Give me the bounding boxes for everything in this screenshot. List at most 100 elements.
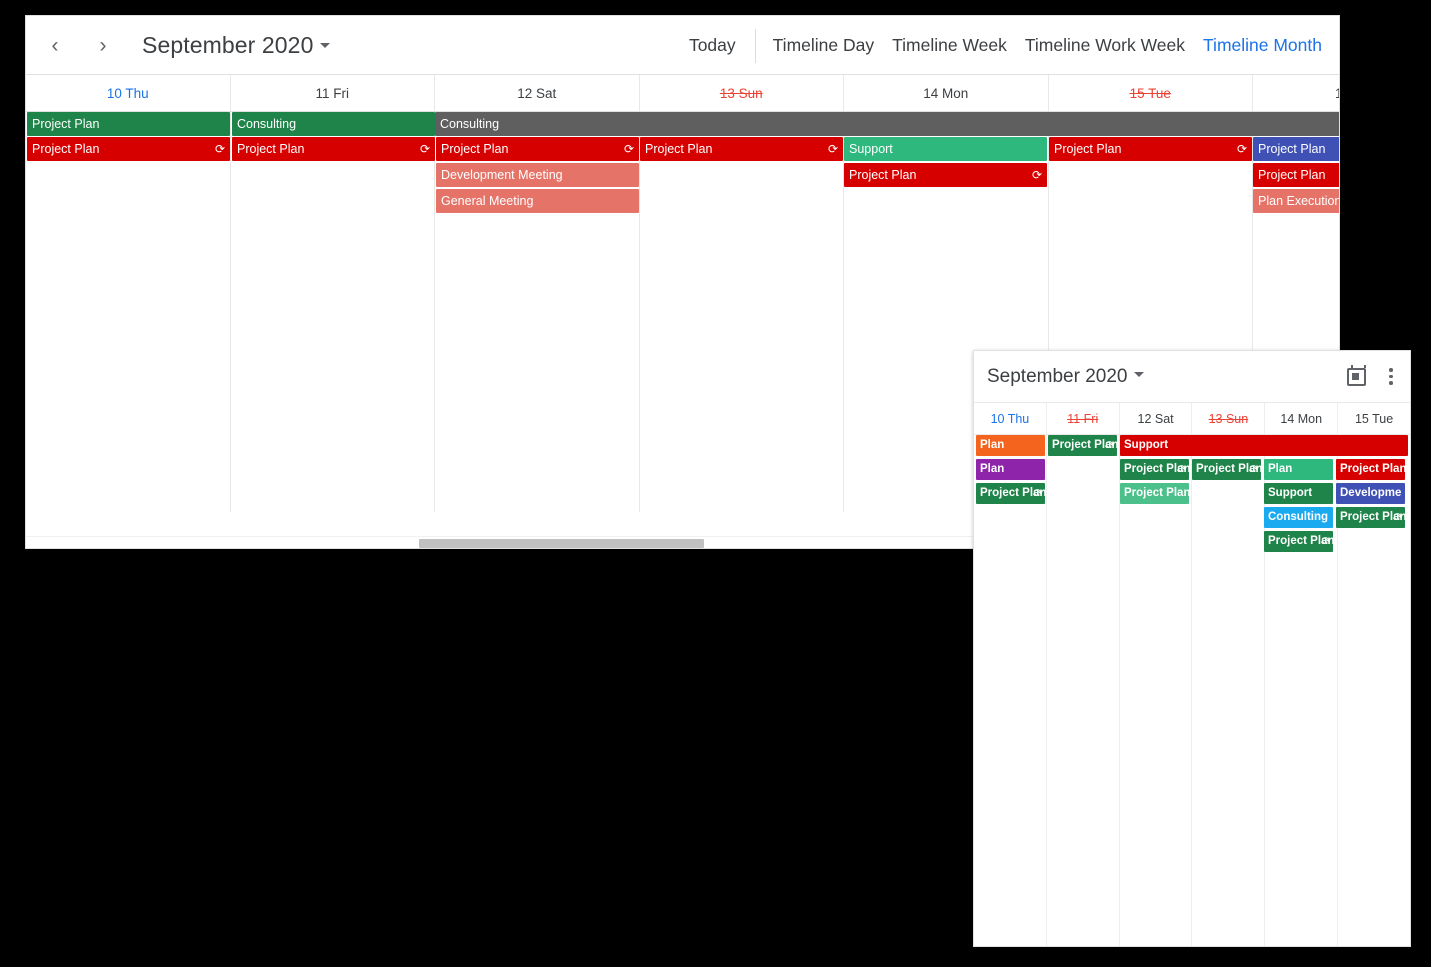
recurring-icon: ⟳ — [214, 142, 225, 156]
calendar-event[interactable]: Plan Execution — [1253, 189, 1339, 213]
popup-calendar-event[interactable]: Project Plan ⟳ — [1192, 459, 1261, 480]
event-title: Project Plan — [849, 168, 917, 182]
recurring-icon: ⟳ — [623, 142, 634, 156]
popup-day-header-cell[interactable]: 10 Thu — [974, 403, 1047, 434]
popup-title: September 2020 — [987, 365, 1128, 387]
calendar-event[interactable]: Consulting — [232, 112, 435, 136]
popup-calendar-event[interactable]: Plan — [976, 435, 1045, 456]
previous-period-icon[interactable]: ‹ — [38, 28, 72, 62]
scheduler-toolbar: ‹ › September 2020 Today Timeline Day Ti… — [26, 16, 1339, 75]
popup-day-header-cell[interactable]: 11 Fri — [1047, 403, 1120, 434]
popup-date-selector[interactable]: September 2020 — [974, 366, 1144, 388]
date-range-selector[interactable]: September 2020 — [142, 31, 331, 59]
calendar-event[interactable]: Project Plan ⟳ — [844, 163, 1047, 187]
event-title: General Meeting — [441, 194, 534, 208]
view-timeline-day[interactable]: Timeline Day — [764, 29, 883, 62]
calendar-event[interactable]: Project Plan ⟳ — [436, 137, 639, 161]
scheduler-popup-panel: September 2020 10 Thu 11 Fri 12 Sat 13 Sun 1… — [973, 350, 1411, 947]
popup-calendar-event[interactable]: Project Plan ⟳ — [1120, 459, 1189, 480]
event-title: Project Plan — [441, 142, 509, 156]
calendar-event[interactable]: Project Plan — [1253, 163, 1339, 187]
view-timeline-week[interactable]: Timeline Week — [883, 29, 1016, 62]
popup-calendar-event[interactable]: Project Plan ⟳ — [1048, 435, 1117, 456]
popup-calendar-event[interactable]: Plan — [976, 459, 1045, 480]
recurring-icon: ⟳ — [1393, 511, 1403, 523]
recurring-icon: ⟳ — [1031, 168, 1042, 182]
day-header-cell[interactable]: 16 — [1253, 75, 1339, 111]
calendar-event[interactable]: Project Plan ⟳ — [640, 137, 843, 161]
day-header-cell[interactable]: 13 Sun — [640, 75, 844, 111]
event-title: Project Plan — [1258, 142, 1326, 156]
calendar-event[interactable]: Development Meeting — [436, 163, 639, 187]
popup-day-header-cell[interactable]: 12 Sat — [1120, 403, 1193, 434]
day-header-cell[interactable]: 14 Mon — [844, 75, 1049, 111]
popup-calendar-event[interactable]: Consulting — [1264, 507, 1333, 528]
event-title: Plan — [1268, 463, 1293, 475]
calendar-event[interactable]: Project Plan — [27, 112, 230, 136]
popup-day-header-cell[interactable]: 15 Tue — [1338, 403, 1410, 434]
recurring-icon: ⟳ — [1033, 487, 1043, 499]
recurring-icon: ⟳ — [1177, 463, 1187, 475]
event-title: Support — [849, 142, 893, 156]
event-title: Project Plan — [32, 142, 100, 156]
event-title: Plan — [980, 463, 1005, 475]
popup-calendar-event[interactable]: Support — [1120, 435, 1408, 456]
chevron-down-icon — [1133, 371, 1144, 377]
event-title: Consulting — [440, 117, 500, 131]
today-button[interactable]: Today — [680, 29, 745, 62]
next-period-icon[interactable]: › — [86, 28, 120, 62]
popup-calendar-event[interactable]: Project Plan — [1336, 459, 1405, 480]
event-title: Plan Execution — [1258, 194, 1339, 208]
popup-timeline-grid: Plan Project Plan ⟳ Support Plan Project Plan… — [974, 435, 1410, 946]
calendar-icon[interactable] — [1347, 364, 1366, 386]
day-header-cell[interactable]: 12 Sat — [435, 75, 640, 111]
day-header-cell[interactable]: 10 Thu — [26, 75, 231, 111]
event-title: Project Plan — [645, 142, 713, 156]
recurring-icon: ⟳ — [1236, 142, 1247, 156]
view-timeline-work-week[interactable]: Timeline Work Week — [1016, 29, 1194, 62]
page-title: September 2020 — [142, 31, 314, 58]
calendar-event[interactable]: Project Plan ⟳ — [232, 137, 435, 161]
event-title: Project Plan — [1258, 168, 1326, 182]
calendar-event[interactable]: Project Plan — [1253, 137, 1339, 161]
popup-events-layer: Plan Project Plan ⟳ Support Plan Project Plan… — [974, 435, 1410, 946]
popup-calendar-event[interactable]: Plan — [1264, 459, 1333, 480]
view-switcher: Today Timeline Day Timeline Week Timelin… — [680, 16, 1331, 75]
popup-calendar-event[interactable]: Project Plan ⟳ — [976, 483, 1045, 504]
popup-day-header-row: 10 Thu 11 Fri 12 Sat 13 Sun 14 Mon 15 Tue — [974, 403, 1410, 435]
calendar-event[interactable]: Consulting — [435, 112, 1339, 136]
event-title: Project Plan — [1340, 463, 1405, 475]
day-header-cell[interactable]: 11 Fri — [231, 75, 435, 111]
popup-day-header-cell[interactable]: 13 Sun — [1192, 403, 1266, 434]
chevron-down-icon — [320, 42, 331, 48]
calendar-event[interactable]: General Meeting — [436, 189, 639, 213]
event-title: Support — [1268, 487, 1313, 499]
toolbar-divider — [754, 28, 756, 63]
popup-toolbar: September 2020 — [974, 351, 1410, 403]
event-title: Development Meeting — [441, 168, 563, 182]
event-title: Project Plan — [1124, 487, 1189, 499]
calendar-event[interactable]: Project Plan ⟳ — [1049, 137, 1252, 161]
calendar-event[interactable]: Support — [844, 137, 1047, 161]
popup-calendar-event[interactable]: Project Plan — [1120, 483, 1189, 504]
popup-actions — [1347, 364, 1400, 387]
day-header-cell[interactable]: 15 Tue — [1049, 75, 1253, 111]
recurring-icon: ⟳ — [1321, 535, 1331, 547]
scrollbar-thumb[interactable] — [419, 539, 704, 548]
recurring-icon: ⟳ — [1249, 463, 1259, 475]
view-timeline-month[interactable]: Timeline Month — [1194, 29, 1331, 62]
popup-calendar-event[interactable]: Support — [1264, 483, 1333, 504]
popup-calendar-event[interactable]: Project Plan ⟳ — [1264, 531, 1333, 552]
popup-calendar-event[interactable]: Developme — [1336, 483, 1405, 504]
event-title: Consulting — [1268, 511, 1329, 523]
kebab-menu-icon[interactable] — [1382, 367, 1400, 387]
event-title: Project Plan — [32, 117, 100, 131]
calendar-event[interactable]: Project Plan ⟳ — [27, 137, 230, 161]
popup-calendar-event[interactable]: Project Plan ⟳ — [1336, 507, 1405, 528]
popup-day-header-cell[interactable]: 14 Mon — [1265, 403, 1339, 434]
event-title: Consulting — [237, 117, 297, 131]
recurring-icon: ⟳ — [1105, 439, 1115, 451]
day-header-row: 10 Thu11 Fri12 Sat13 Sun14 Mon15 Tue16 — [26, 75, 1339, 112]
event-title: Plan — [980, 439, 1005, 451]
event-title: Support — [1124, 439, 1169, 451]
